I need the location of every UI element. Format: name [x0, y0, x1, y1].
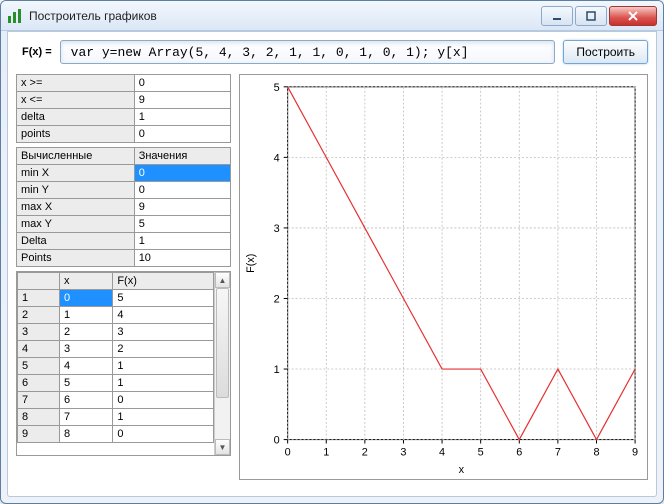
computed-value[interactable]: 0 [134, 182, 230, 199]
computed-name: max X [17, 199, 135, 216]
data-col-fx: F(x) [113, 273, 214, 290]
row-index: 8 [18, 409, 60, 426]
row-x[interactable]: 1 [60, 307, 113, 324]
data-table[interactable]: xF(x)105214323432541651760871980 [17, 272, 214, 443]
computed-value[interactable]: 10 [134, 250, 230, 267]
row-fx[interactable]: 5 [113, 290, 214, 307]
computed-name: Points [17, 250, 135, 267]
table-row[interactable]: 323 [18, 324, 214, 341]
close-button[interactable] [609, 6, 657, 26]
app-icon [7, 8, 23, 24]
row-x[interactable]: 2 [60, 324, 113, 341]
maximize-button[interactable] [575, 6, 607, 26]
row-x[interactable]: 0 [60, 290, 113, 307]
scroll-thumb[interactable] [216, 288, 229, 398]
table-row[interactable]: 214 [18, 307, 214, 324]
row-x[interactable]: 6 [60, 392, 113, 409]
scroll-down-button[interactable]: ▼ [215, 439, 230, 455]
table-row[interactable]: 871 [18, 409, 214, 426]
row-fx[interactable]: 4 [113, 307, 214, 324]
vertical-scrollbar[interactable]: ▲ ▼ [214, 272, 230, 455]
row-index: 3 [18, 324, 60, 341]
scroll-up-button[interactable]: ▲ [215, 272, 230, 288]
computed-grid[interactable]: ВычисленныеЗначенияmin X0min Y0max X9max… [16, 147, 231, 267]
computed-name: Delta [17, 233, 135, 250]
minimize-button[interactable] [541, 6, 573, 26]
param-value[interactable]: 9 [134, 92, 230, 109]
row-x[interactable]: 5 [60, 375, 113, 392]
row-fx[interactable]: 0 [113, 426, 214, 443]
titlebar[interactable]: Построитель графиков [1, 1, 663, 31]
computed-value[interactable]: 9 [134, 199, 230, 216]
row-x[interactable]: 8 [60, 426, 113, 443]
svg-text:1: 1 [323, 446, 329, 458]
data-col-index [18, 273, 60, 290]
svg-text:2: 2 [274, 293, 280, 305]
line-chart: 0 1 2 3 4 5 6 7 8 9 0 1 2 3 4 5 x F(x) [240, 75, 647, 479]
row-index: 4 [18, 341, 60, 358]
svg-text:5: 5 [274, 82, 280, 94]
row-fx[interactable]: 1 [113, 375, 214, 392]
table-row[interactable]: 760 [18, 392, 214, 409]
svg-text:9: 9 [632, 446, 638, 458]
row-fx[interactable]: 1 [113, 358, 214, 375]
window-title: Построитель графиков [29, 9, 539, 23]
computed-name: max Y [17, 216, 135, 233]
svg-text:x: x [459, 464, 465, 476]
table-row[interactable]: 980 [18, 426, 214, 443]
svg-text:4: 4 [439, 446, 445, 458]
table-row[interactable]: 651 [18, 375, 214, 392]
app-window: Построитель графиков F(x) = Построить x … [0, 0, 664, 504]
row-x[interactable]: 3 [60, 341, 113, 358]
computed-header-right: Значения [134, 148, 230, 165]
row-x[interactable]: 4 [60, 358, 113, 375]
params-grid[interactable]: x >=0x <=9delta1points0 [16, 74, 231, 143]
computed-value[interactable]: 5 [134, 216, 230, 233]
table-row[interactable]: 105 [18, 290, 214, 307]
formula-input[interactable] [60, 40, 556, 64]
svg-text:3: 3 [400, 446, 406, 458]
build-button[interactable]: Построить [563, 40, 648, 64]
row-x[interactable]: 7 [60, 409, 113, 426]
param-name: points [17, 126, 135, 143]
computed-name: min X [17, 165, 135, 182]
row-fx[interactable]: 3 [113, 324, 214, 341]
param-name: x >= [17, 75, 135, 92]
svg-text:1: 1 [274, 364, 280, 376]
svg-text:5: 5 [478, 446, 484, 458]
computed-name: min Y [17, 182, 135, 199]
computed-value[interactable]: 1 [134, 233, 230, 250]
table-row[interactable]: 432 [18, 341, 214, 358]
row-index: 9 [18, 426, 60, 443]
param-name: delta [17, 109, 135, 126]
data-table-wrap: xF(x)105214323432541651760871980 ▲ ▼ [16, 271, 231, 456]
param-value[interactable]: 0 [134, 126, 230, 143]
svg-text:0: 0 [274, 435, 280, 447]
svg-text:4: 4 [274, 152, 280, 164]
svg-text:2: 2 [362, 446, 368, 458]
svg-text:6: 6 [516, 446, 522, 458]
computed-header-left: Вычисленные [17, 148, 135, 165]
param-value[interactable]: 0 [134, 75, 230, 92]
svg-text:F(x): F(x) [245, 254, 257, 273]
row-index: 2 [18, 307, 60, 324]
row-index: 7 [18, 392, 60, 409]
formula-label: F(x) = [16, 46, 52, 58]
chart-panel: 0 1 2 3 4 5 6 7 8 9 0 1 2 3 4 5 x F(x) [239, 74, 648, 480]
row-index: 1 [18, 290, 60, 307]
svg-text:7: 7 [555, 446, 561, 458]
row-fx[interactable]: 0 [113, 392, 214, 409]
computed-value[interactable]: 0 [134, 165, 230, 182]
row-index: 6 [18, 375, 60, 392]
row-fx[interactable]: 1 [113, 409, 214, 426]
table-row[interactable]: 541 [18, 358, 214, 375]
data-col-x: x [60, 273, 113, 290]
row-index: 5 [18, 358, 60, 375]
svg-text:8: 8 [593, 446, 599, 458]
param-value[interactable]: 1 [134, 109, 230, 126]
param-name: x <= [17, 92, 135, 109]
row-fx[interactable]: 2 [113, 341, 214, 358]
svg-text:0: 0 [285, 446, 291, 458]
svg-text:3: 3 [274, 223, 280, 235]
